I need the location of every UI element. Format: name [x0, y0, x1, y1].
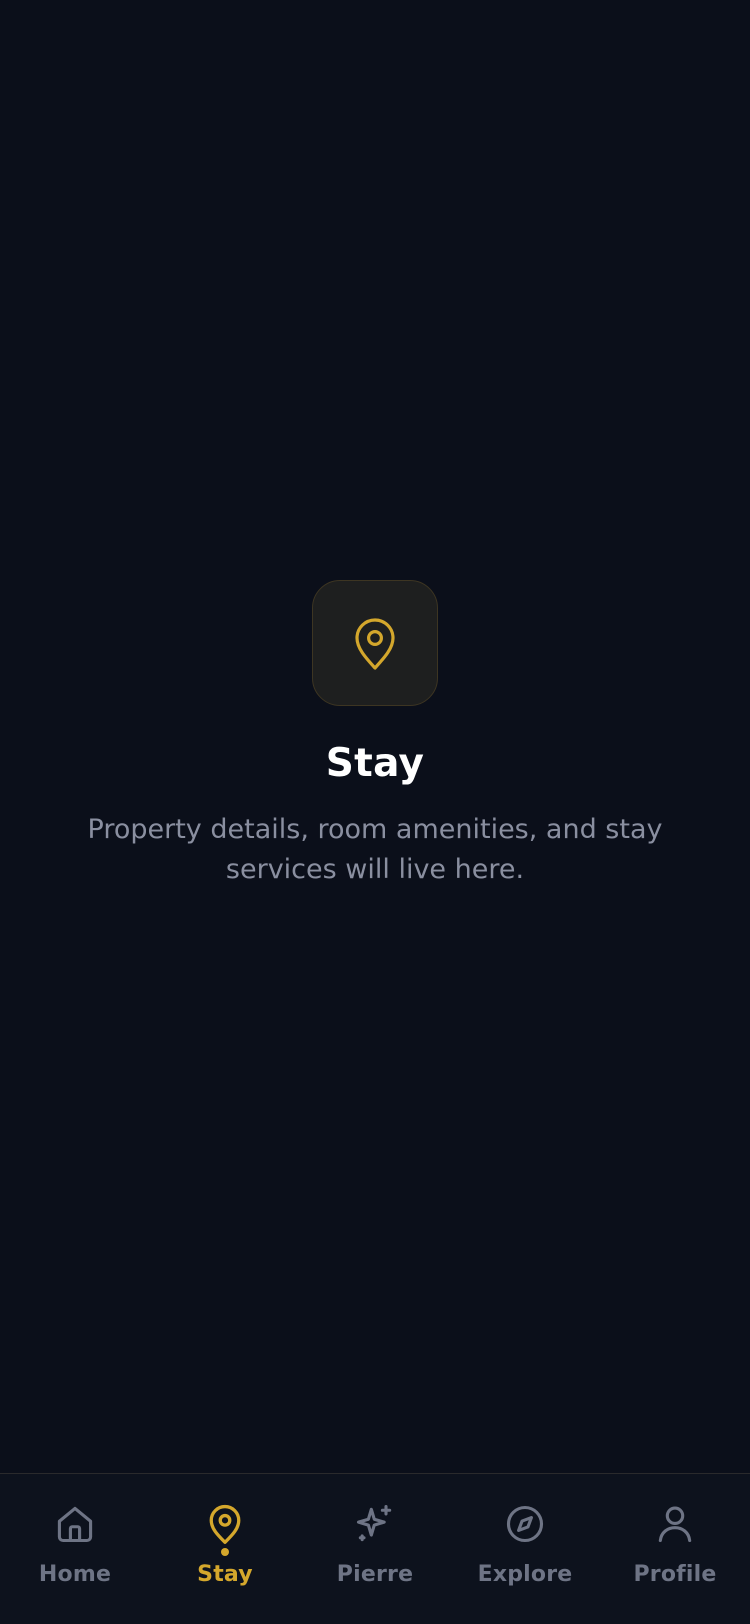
- compass-icon: [503, 1502, 547, 1546]
- map-pin-icon: [355, 618, 395, 670]
- tab-label-stay: Stay: [197, 1562, 253, 1587]
- tab-label-profile: Profile: [633, 1562, 717, 1587]
- sparkles-icon: [353, 1502, 397, 1546]
- home-icon: [53, 1502, 97, 1546]
- map-pin-icon: [203, 1502, 247, 1556]
- bottom-tab-bar: Home Stay Pierre Explore Profile: [0, 1473, 750, 1624]
- tab-explore[interactable]: Explore: [450, 1474, 600, 1624]
- page-description: Property details, room amenities, and st…: [87, 814, 663, 885]
- tab-stay[interactable]: Stay: [150, 1474, 300, 1624]
- active-tab-indicator: [221, 1548, 229, 1556]
- tab-label-home: Home: [38, 1562, 112, 1587]
- page-title: Stay: [325, 741, 425, 786]
- tab-label-pierre: Pierre: [336, 1562, 414, 1587]
- empty-state: Stay Property details, room amenities, a…: [0, 580, 750, 890]
- tab-home[interactable]: Home: [0, 1474, 150, 1624]
- tab-label-explore: Explore: [477, 1562, 573, 1587]
- stay-screen: Stay Property details, room amenities, a…: [0, 0, 750, 1624]
- empty-state-icon-tile: [312, 580, 438, 706]
- tab-pierre[interactable]: Pierre: [300, 1474, 450, 1624]
- tab-profile[interactable]: Profile: [600, 1474, 750, 1624]
- user-icon: [653, 1502, 697, 1546]
